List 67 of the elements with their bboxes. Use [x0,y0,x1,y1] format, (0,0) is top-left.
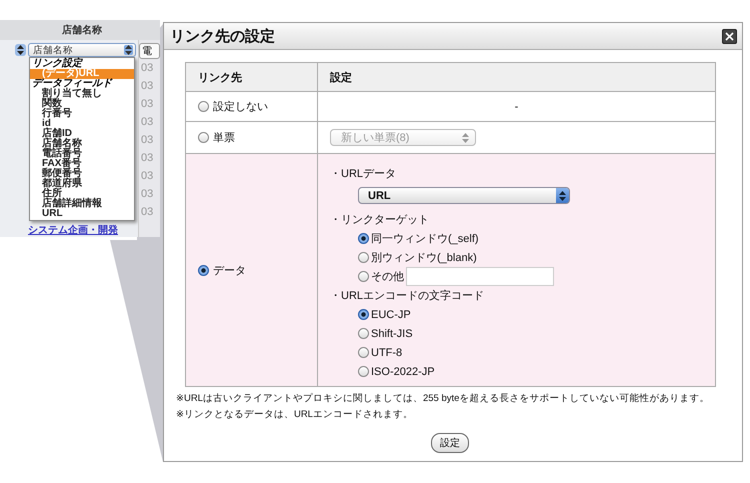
url-data-select[interactable]: URL [358,187,570,204]
menu-group-label: リンク設定 [31,59,84,69]
radio-label: 別ウィンドウ(_blank) [371,251,477,265]
close-icon[interactable] [722,28,737,44]
link[interactable]: システム企画・開発 [28,223,138,237]
note-text: ※リンクとなるデータは、URLエンコードされます。 [176,408,414,422]
menu-item[interactable]: 郵便番号 [30,169,134,179]
column-header: 店舗名称 [26,20,138,40]
dialog-title: リンク先の設定 [170,26,275,46]
radio-button[interactable] [358,347,369,358]
radio-button[interactable] [358,271,369,282]
table-cell-text: 03 [140,205,154,220]
select-arrow-icon [124,45,133,55]
table-cell-text: 03 [140,79,154,94]
column-header: リンク先 [186,62,318,92]
radio-label: データ [213,264,246,278]
radio-button[interactable] [198,264,209,276]
menu-item[interactable]: 住所 [30,189,134,199]
menu-item[interactable]: 店舗名称 [30,139,134,149]
radio-button[interactable] [358,366,369,377]
menu-item[interactable]: 電話番号 [30,149,134,159]
radio-button[interactable] [358,233,369,244]
radio-button[interactable] [198,132,209,143]
menu-item[interactable]: 行番号 [30,109,134,119]
column-header: 設定 [318,62,716,92]
table-cell-text: 03 [140,61,154,76]
section-heading: ・URLエンコードの文字コード [330,288,486,304]
radio-button[interactable] [358,252,369,263]
set-button[interactable]: 設定 [431,433,469,453]
table-cell-text: 03 [140,151,154,166]
table-cell-text: 03 [140,97,154,112]
radio-label: ISO-2022-JP [371,366,435,378]
radio-label: UTF-8 [371,346,402,358]
radio-label: 設定しない [213,100,268,114]
menu-item[interactable]: 都道府県 [30,179,134,189]
column-header: 電 [139,43,160,59]
column-select[interactable]: 店舗名称 [28,43,136,57]
menu-item[interactable]: 店舗ID [30,129,134,139]
table-cell-text: 03 [140,187,154,202]
input-field[interactable] [406,267,554,286]
radio-label: Shift-JIS [371,328,413,340]
menu-item[interactable]: FAX番号 [30,159,134,169]
note-text: ※URLは古いクライアントやプロキシに関しましては、255 byteを超える長さをサポートしていない可能性があります。 [176,392,710,406]
radio-label: その他 [371,270,404,284]
menu-item[interactable]: id [30,119,134,129]
table-cell-text: 03 [140,133,154,148]
table-cell-text: 03 [140,169,154,184]
section-heading: ・リンクターゲット [330,213,430,228]
table-cell-text: 03 [140,115,154,130]
radio-label: EUC-JP [371,308,411,320]
header-cell [0,20,26,40]
menu-item[interactable]: 割り当て無し [30,89,134,99]
cell-text: - [514,100,518,112]
up-down-arrows-icon [556,188,569,203]
select-arrow-icon[interactable] [15,44,26,56]
menu-item[interactable]: URL [30,209,134,219]
menu-group-label: データフィールド [31,79,114,89]
section-heading: ・URLデータ [330,167,398,182]
ticket-select: 新しい単票(8) [330,129,476,146]
radio-label: 単票 [213,131,235,145]
radio-button[interactable] [358,309,369,320]
menu-item[interactable]: 関数 [30,99,134,109]
radio-button[interactable] [198,101,209,112]
up-down-arrows-icon [462,132,469,142]
menu-item[interactable]: 店舗詳細情報 [30,199,134,209]
radio-button[interactable] [358,328,369,339]
radio-label: 同一ウィンドウ(_self) [371,232,479,246]
